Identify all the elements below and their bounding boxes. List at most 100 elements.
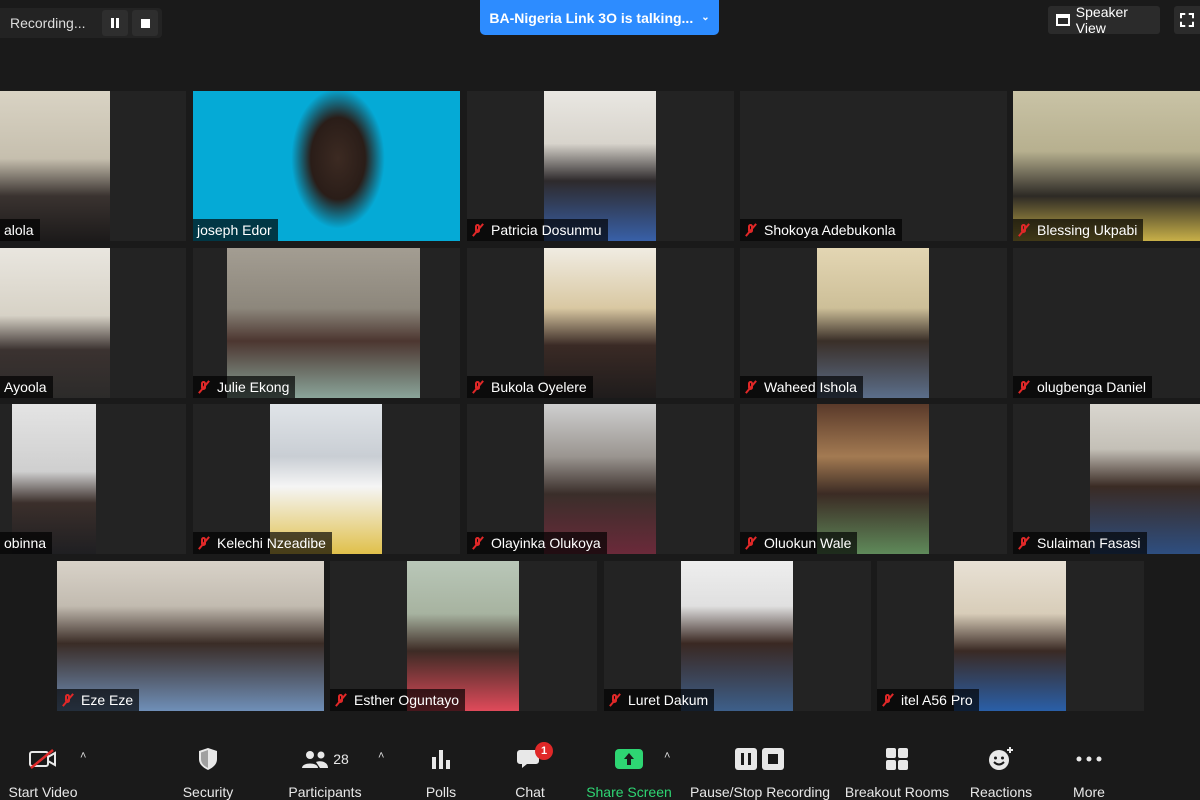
share-options-caret[interactable]: ˄ xyxy=(664,750,670,762)
participant-tile[interactable]: Kelechi Nzeadibe xyxy=(193,404,460,554)
participant-name: olugbenga Daniel xyxy=(1037,379,1146,395)
participant-name: Eze Eze xyxy=(81,692,134,708)
participants-button[interactable]: 28 Participants xyxy=(284,728,366,800)
recording-status-text: Recording... xyxy=(10,15,86,31)
active-speaker-text: BA-Nigeria Link 3O is talking... xyxy=(489,9,694,26)
participant-name: Julie Ekong xyxy=(217,379,290,395)
participant-name: Kelechi Nzeadibe xyxy=(217,535,326,551)
video-off-icon xyxy=(28,744,58,774)
security-label: Security xyxy=(182,784,234,800)
muted-mic-icon xyxy=(608,693,622,707)
participant-tile[interactable]: alola xyxy=(0,91,186,241)
chat-button[interactable]: 1 Chat xyxy=(505,728,555,800)
breakout-rooms-icon xyxy=(885,744,909,774)
participant-tile[interactable]: Oluokun Wale xyxy=(740,404,1007,554)
participant-tile[interactable]: Sulaiman Fasasi xyxy=(1013,404,1200,554)
participant-name-tag: Luret Dakum xyxy=(604,689,715,711)
participants-label: Participants xyxy=(288,784,362,800)
polls-button[interactable]: Polls xyxy=(416,728,466,800)
pause-stop-recording-label: Pause/Stop Recording xyxy=(689,784,831,800)
participant-name-tag: Eze Eze xyxy=(57,689,140,711)
participant-tile[interactable]: Eze Eze xyxy=(57,561,324,711)
participant-tile[interactable]: Julie Ekong xyxy=(193,248,460,398)
participant-tile[interactable]: Olayinka Olukoya xyxy=(467,404,734,554)
participant-name: Waheed Ishola xyxy=(764,379,857,395)
participant-name-tag: itel A56 Pro xyxy=(877,689,979,711)
stop-recording-button[interactable] xyxy=(132,10,158,36)
participant-name-tag: Kelechi Nzeadibe xyxy=(193,532,332,554)
participant-name-tag: Waheed Ishola xyxy=(740,376,863,398)
muted-mic-icon xyxy=(1017,536,1031,550)
participant-tile[interactable]: olugbenga Daniel xyxy=(1013,248,1200,398)
participant-name-tag: Patricia Dosunmu xyxy=(467,219,608,241)
muted-mic-icon xyxy=(471,380,485,394)
stop-icon xyxy=(140,18,150,28)
participants-count: 28 xyxy=(333,751,349,767)
participant-tile[interactable]: Esther Oguntayo xyxy=(330,561,597,711)
muted-mic-icon xyxy=(1017,380,1031,394)
video-options-caret[interactable]: ˄ xyxy=(80,750,86,762)
muted-mic-icon xyxy=(197,536,211,550)
muted-mic-icon xyxy=(61,693,75,707)
participant-tile[interactable]: Blessing Ukpabi xyxy=(1013,91,1200,241)
security-button[interactable]: Security xyxy=(170,728,246,800)
participant-name-tag: olugbenga Daniel xyxy=(1013,376,1152,398)
pause-recording-button[interactable] xyxy=(102,10,128,36)
reactions-button[interactable]: Reactions xyxy=(964,728,1038,800)
muted-mic-icon xyxy=(744,380,758,394)
pause-stop-icon xyxy=(734,744,786,774)
share-screen-label: Share Screen xyxy=(586,784,672,800)
participant-name: Olayinka Olukoya xyxy=(491,535,601,551)
chevron-down-icon: ⌄ xyxy=(701,12,710,23)
breakout-rooms-label: Breakout Rooms xyxy=(844,784,950,800)
start-video-button[interactable]: Start Video xyxy=(0,728,86,800)
participant-name: Bukola Oyelere xyxy=(491,379,587,395)
more-icon xyxy=(1076,744,1102,774)
speaker-view-label: Speaker View xyxy=(1075,4,1128,36)
participant-tile[interactable]: itel A56 Pro xyxy=(877,561,1144,711)
muted-mic-icon xyxy=(334,693,348,707)
active-speaker-banner[interactable]: BA-Nigeria Link 3O is talking... ⌄ xyxy=(480,0,719,35)
reactions-label: Reactions xyxy=(969,784,1033,800)
share-screen-icon xyxy=(615,744,643,774)
participant-name: alola xyxy=(4,222,34,238)
participant-name: Esther Oguntayo xyxy=(354,692,460,708)
participant-name-tag: Ayoola xyxy=(0,376,53,398)
muted-mic-icon xyxy=(197,380,211,394)
participant-tile[interactable]: obinna xyxy=(0,404,186,554)
participant-name-tag: joseph Edor xyxy=(193,219,278,241)
participant-tile[interactable]: Luret Dakum xyxy=(604,561,871,711)
breakout-rooms-button[interactable]: Breakout Rooms xyxy=(842,728,952,800)
polls-label: Polls xyxy=(425,784,457,800)
polls-icon xyxy=(430,744,452,774)
participant-name-tag: Blessing Ukpabi xyxy=(1013,219,1144,241)
pause-stop-recording-button[interactable]: Pause/Stop Recording xyxy=(690,728,830,800)
chat-icon: 1 xyxy=(517,742,553,774)
muted-mic-icon xyxy=(744,536,758,550)
participant-tile[interactable]: Bukola Oyelere xyxy=(467,248,734,398)
participants-icon-group: 28 xyxy=(301,744,349,774)
exit-fullscreen-button[interactable] xyxy=(1174,6,1200,34)
participant-name-tag: obinna xyxy=(0,532,53,554)
participant-name: itel A56 Pro xyxy=(901,692,973,708)
more-button[interactable]: More xyxy=(1064,728,1114,800)
participant-name: joseph Edor xyxy=(197,222,272,238)
meeting-toolbar: Start Video ˄ Security 28 Participants ˄… xyxy=(0,728,1200,800)
muted-mic-icon xyxy=(744,223,758,237)
participants-options-caret[interactable]: ˄ xyxy=(378,750,384,762)
participant-tile[interactable]: Patricia Dosunmu xyxy=(467,91,734,241)
participant-tile[interactable]: Shokoya Adebukonla xyxy=(740,91,1007,241)
participants-icon xyxy=(302,751,329,768)
participant-name-tag: Oluokun Wale xyxy=(740,532,858,554)
participant-name-tag: Sulaiman Fasasi xyxy=(1013,532,1147,554)
participant-video xyxy=(283,91,393,241)
share-screen-button[interactable]: Share Screen xyxy=(584,728,674,800)
participant-name-tag: Julie Ekong xyxy=(193,376,296,398)
participant-tile[interactable]: Waheed Ishola xyxy=(740,248,1007,398)
speaker-view-button[interactable]: Speaker View xyxy=(1048,4,1160,36)
participant-name: Oluokun Wale xyxy=(764,535,852,551)
muted-mic-icon xyxy=(471,223,485,237)
muted-mic-icon xyxy=(1017,223,1031,237)
participant-tile[interactable]: Ayoola xyxy=(0,248,186,398)
participant-tile[interactable]: joseph Edor xyxy=(193,91,460,241)
